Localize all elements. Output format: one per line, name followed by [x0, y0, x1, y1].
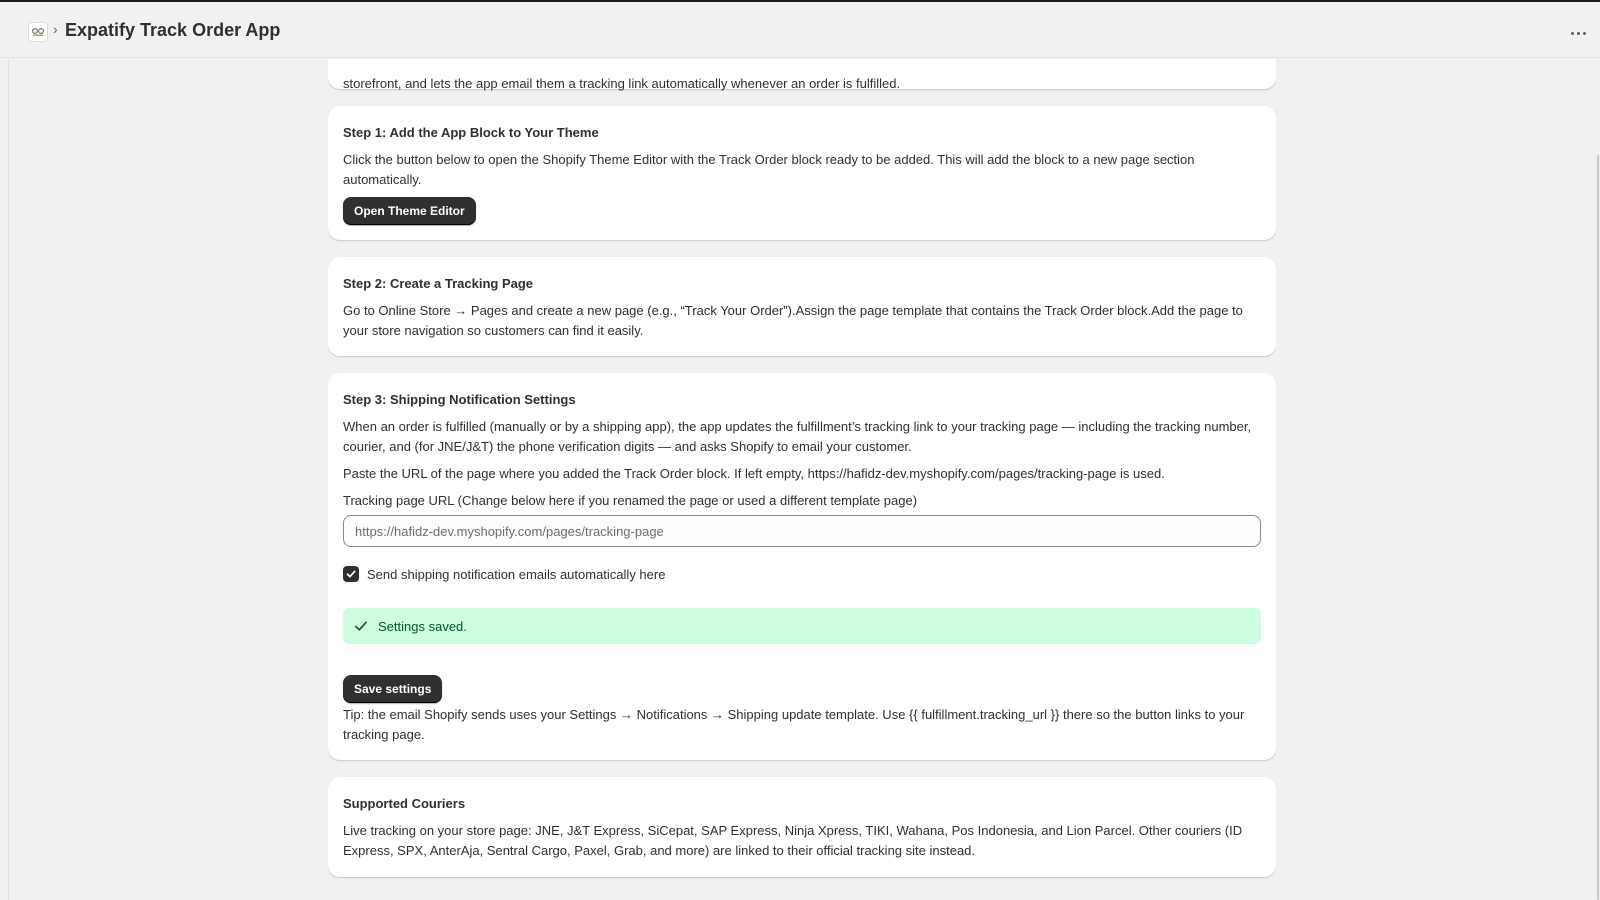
- auto-email-checkbox-label: Send shipping notification emails automa…: [367, 566, 666, 582]
- chevron-right-icon: ›: [53, 21, 58, 37]
- intro-card: storefront, and lets the app email them …: [328, 59, 1276, 91]
- couriers-title: Supported Couriers: [343, 796, 466, 811]
- main-content: storefront, and lets the app email them …: [328, 59, 1276, 900]
- intro-text: storefront, and lets the app email them …: [343, 76, 901, 91]
- step3-body-url-hint: Paste the URL of the page where you adde…: [343, 466, 1165, 481]
- nav-divider: [8, 59, 9, 900]
- couriers-card: Supported Couriers Live tracking on your…: [328, 777, 1276, 877]
- settings-saved-text: Settings saved.: [378, 618, 467, 634]
- couriers-body: Live tracking on your store page: JNE, J…: [343, 823, 1243, 858]
- more-dot: [1582, 31, 1586, 35]
- save-settings-button[interactable]: Save settings: [343, 675, 443, 703]
- step2-title: Step 2: Create a Tracking Page: [343, 276, 534, 291]
- auto-email-checkbox-row[interactable]: Send shipping notification emails automa…: [343, 566, 665, 582]
- step1-title: Step 1: Add the App Block to Your Theme: [343, 125, 599, 140]
- check-icon: [355, 621, 367, 631]
- step2-card: Step 2: Create a Tracking Page Go to Onl…: [328, 257, 1276, 356]
- auto-email-checkbox[interactable]: [343, 566, 359, 582]
- more-actions-button[interactable]: [1565, 20, 1591, 46]
- tracking-url-input[interactable]: [343, 515, 1261, 547]
- app-title-bar: › Expatify Track Order App: [0, 2, 1600, 58]
- more-horizontal-icon: [1570, 31, 1574, 35]
- tracking-url-label: Tracking page URL (Change below here if …: [343, 493, 918, 508]
- step3-title: Step 3: Shipping Notification Settings: [343, 392, 576, 407]
- step3-tip: Tip: the email Shopify sends uses your S…: [343, 707, 1245, 742]
- checkmark-icon: [346, 570, 356, 578]
- app-logo-icon[interactable]: [28, 22, 48, 42]
- page-title: Expatify Track Order App: [65, 20, 281, 40]
- scrollbar[interactable]: [1597, 155, 1599, 900]
- step1-body: Click the button below to open the Shopi…: [343, 152, 1195, 187]
- step3-card: Step 3: Shipping Notification Settings W…: [328, 373, 1276, 760]
- settings-saved-banner: Settings saved.: [343, 608, 1261, 644]
- more-dot: [1576, 31, 1580, 35]
- step2-body: Go to Online Store → Pages and create a …: [343, 303, 1243, 338]
- step3-body-fulfillment: When an order is fulfilled (manually or …: [343, 419, 1252, 454]
- step1-card: Step 1: Add the App Block to Your Theme …: [328, 106, 1276, 240]
- open-theme-editor-button[interactable]: Open Theme Editor: [343, 197, 476, 225]
